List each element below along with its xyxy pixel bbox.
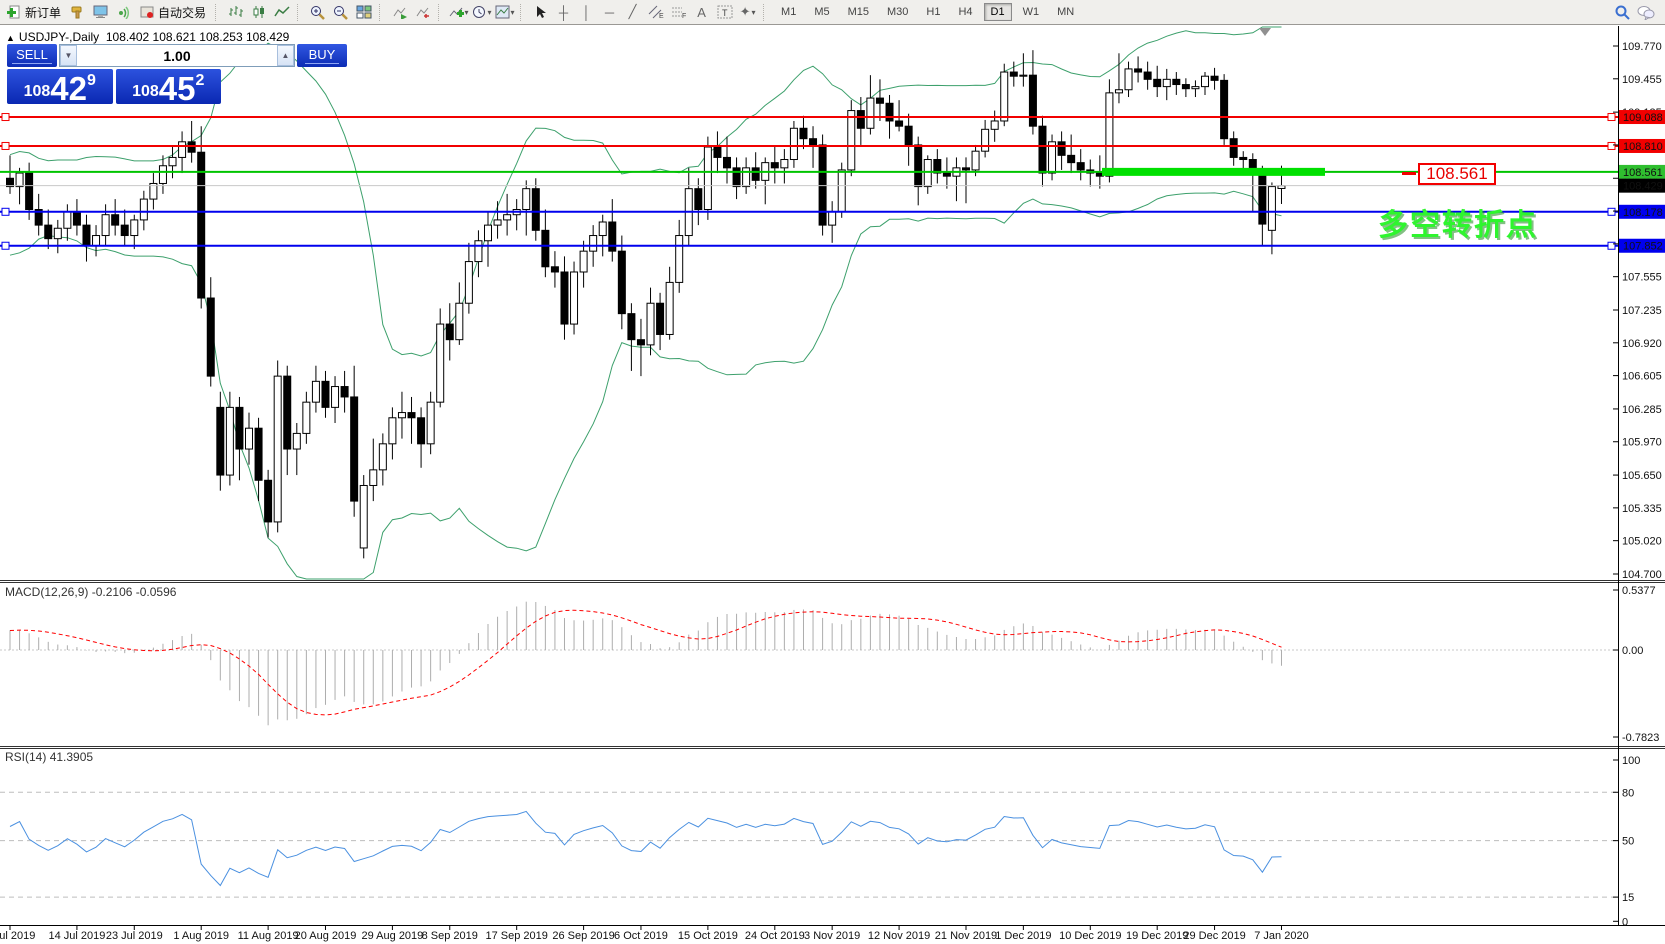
date-tick-label: 19 Dec 2019 [1126, 930, 1188, 942]
date-tick-label: 12 Nov 2019 [868, 930, 930, 942]
mt4-window: 新订单 自动交易 [0, 0, 1665, 944]
price-tick-label: 105.970 [1622, 437, 1662, 449]
line-handle[interactable] [2, 142, 9, 149]
volume-box: ▼ ▲ [59, 44, 295, 67]
chart-canvas[interactable]: 109.770109.455109.135108.820108.500108.1… [0, 0, 1665, 944]
date-tick-label: 1 Aug 2019 [173, 930, 229, 942]
price-tick-label: 105.650 [1622, 470, 1662, 482]
date-tick-label: 14 Jul 2019 [48, 930, 105, 942]
line-handle[interactable] [1608, 142, 1615, 149]
line-handle[interactable] [2, 242, 9, 249]
rsi-tick-label: 80 [1622, 787, 1634, 799]
date-axis[interactable]: 4 Jul 2019 14 Jul 201923 Jul 2019 1 Aug 20… [0, 926, 1309, 943]
date-tick-label: 29 Dec 2019 [1183, 930, 1245, 942]
line-handle[interactable] [1608, 208, 1615, 215]
sell-button-label: SELL [12, 47, 52, 64]
rsi-line [10, 811, 1282, 885]
date-tick-label: 8 Sep 2019 [422, 930, 478, 942]
price-tick-label: 109.770 [1622, 41, 1662, 53]
buy-price-display[interactable]: 108452 [116, 69, 222, 104]
buy-price-big: 45 [159, 75, 196, 103]
macd-tick-label: 0.5377 [1622, 585, 1656, 597]
rsi-value: 41.3905 [50, 750, 93, 764]
price-tick-label: 105.335 [1622, 503, 1662, 515]
macd-label: MACD(12,26,9) -0.2106 -0.0596 [5, 585, 176, 599]
line-handle[interactable] [1608, 242, 1615, 249]
macd-tick-label: 0.00 [1622, 645, 1643, 657]
date-tick-label: 23 Jul 2019 [106, 930, 163, 942]
rsi-tick-label: 50 [1622, 836, 1634, 848]
buy-button-label: BUY [305, 47, 340, 64]
date-tick-label: 15 Oct 2019 [678, 930, 738, 942]
one-click-trading-panel: SELL ▼ ▲ BUY 108429 108452 [7, 44, 221, 104]
date-tick-label: 29 Aug 2019 [362, 930, 424, 942]
sell-price-big: 42 [50, 75, 87, 103]
date-tick-label: 10 Dec 2019 [1059, 930, 1121, 942]
price-tick-label: 107.555 [1622, 272, 1662, 284]
sell-price-pip: 9 [87, 72, 96, 90]
main-pane [0, 27, 1618, 579]
price-tick-label: 106.285 [1622, 404, 1662, 416]
price-badge-label: 108.561 [1623, 167, 1663, 179]
price-tick-label: 107.235 [1622, 305, 1662, 317]
date-tick-label: 11 Aug 2019 [238, 930, 299, 942]
chart-annotation-text[interactable]: 多空转折点 [1378, 200, 1538, 244]
price-tick-label: 105.020 [1622, 536, 1662, 548]
ohlc-values: 108.402 108.621 108.253 108.429 [106, 30, 290, 44]
sell-button[interactable]: SELL [7, 44, 57, 67]
macd-values: -0.2106 -0.0596 [92, 585, 177, 599]
sell-price-display[interactable]: 108429 [7, 69, 113, 104]
date-tick-label: 7 Jan 2020 [1254, 930, 1308, 942]
line-handle[interactable] [2, 114, 9, 121]
level-price-label[interactable]: 108.561 [1418, 163, 1496, 185]
rsi-tick-label: 15 [1622, 892, 1634, 904]
pane-frame [0, 26, 1665, 926]
price-axis[interactable]: 109.770109.455109.135108.820108.500108.1… [1613, 41, 1665, 581]
price-tick-label: 109.455 [1622, 74, 1662, 86]
collapse-arrow-icon[interactable]: ▲ [6, 33, 15, 43]
date-tick-label: 20 Aug 2019 [295, 930, 357, 942]
rsi-tick-label: 100 [1622, 755, 1640, 767]
date-tick-label: 26 Sep 2019 [552, 930, 614, 942]
date-tick-label: 4 Jul 2019 [0, 930, 35, 942]
price-tick-label: 106.605 [1622, 371, 1662, 383]
price-badge-label: 108.429 [1623, 181, 1663, 193]
price-badge-label: 107.852 [1623, 241, 1663, 253]
buy-button[interactable]: BUY [297, 44, 347, 67]
date-tick-label: 24 Oct 2019 [745, 930, 805, 942]
volume-input[interactable] [77, 45, 277, 66]
macd-histogram [10, 602, 1281, 726]
buy-price-handle: 108 [132, 84, 159, 100]
macd-name: MACD(12,26,9) [5, 585, 88, 599]
chart-title: ▲ USDJPY-,Daily 108.402 108.621 108.253 1… [6, 30, 289, 44]
price-badge-label: 108.810 [1623, 141, 1663, 153]
macd-tick-label: -0.7823 [1622, 732, 1659, 744]
rsi-tick-label: 0 [1622, 916, 1628, 928]
date-tick-label: 3 Nov 2019 [804, 930, 860, 942]
macd-signal-line [10, 610, 1282, 715]
line-handle[interactable] [1608, 114, 1615, 121]
level-label-connector [1402, 172, 1416, 175]
price-tick-label: 106.920 [1622, 338, 1662, 350]
price-tick-label: 104.700 [1622, 569, 1662, 581]
buy-price-pip: 2 [196, 72, 205, 90]
rsi-pane: 100 80 50 15 0 [0, 755, 1640, 928]
candlestick-series [7, 50, 1285, 558]
symbol-period-label: USDJPY-,Daily [19, 30, 99, 44]
date-tick-label: 21 Nov 2019 [935, 930, 997, 942]
macd-pane: 0.5377 0.00 -0.7823 [0, 585, 1659, 744]
date-tick-label: 6 Oct 2019 [614, 930, 668, 942]
price-badge-label: 108.178 [1623, 207, 1663, 219]
volume-increase-button[interactable]: ▲ [277, 45, 294, 66]
date-tick-label: 17 Sep 2019 [485, 930, 547, 942]
sell-price-handle: 108 [24, 84, 51, 100]
date-tick-label: 1 Dec 2019 [995, 930, 1051, 942]
volume-decrease-button[interactable]: ▼ [60, 45, 77, 66]
rsi-name: RSI(14) [5, 750, 46, 764]
line-handle[interactable] [2, 208, 9, 215]
chart-shift-marker[interactable] [1259, 28, 1271, 36]
rsi-label: RSI(14) 41.3905 [5, 750, 93, 764]
price-badge-label: 109.088 [1623, 112, 1663, 124]
